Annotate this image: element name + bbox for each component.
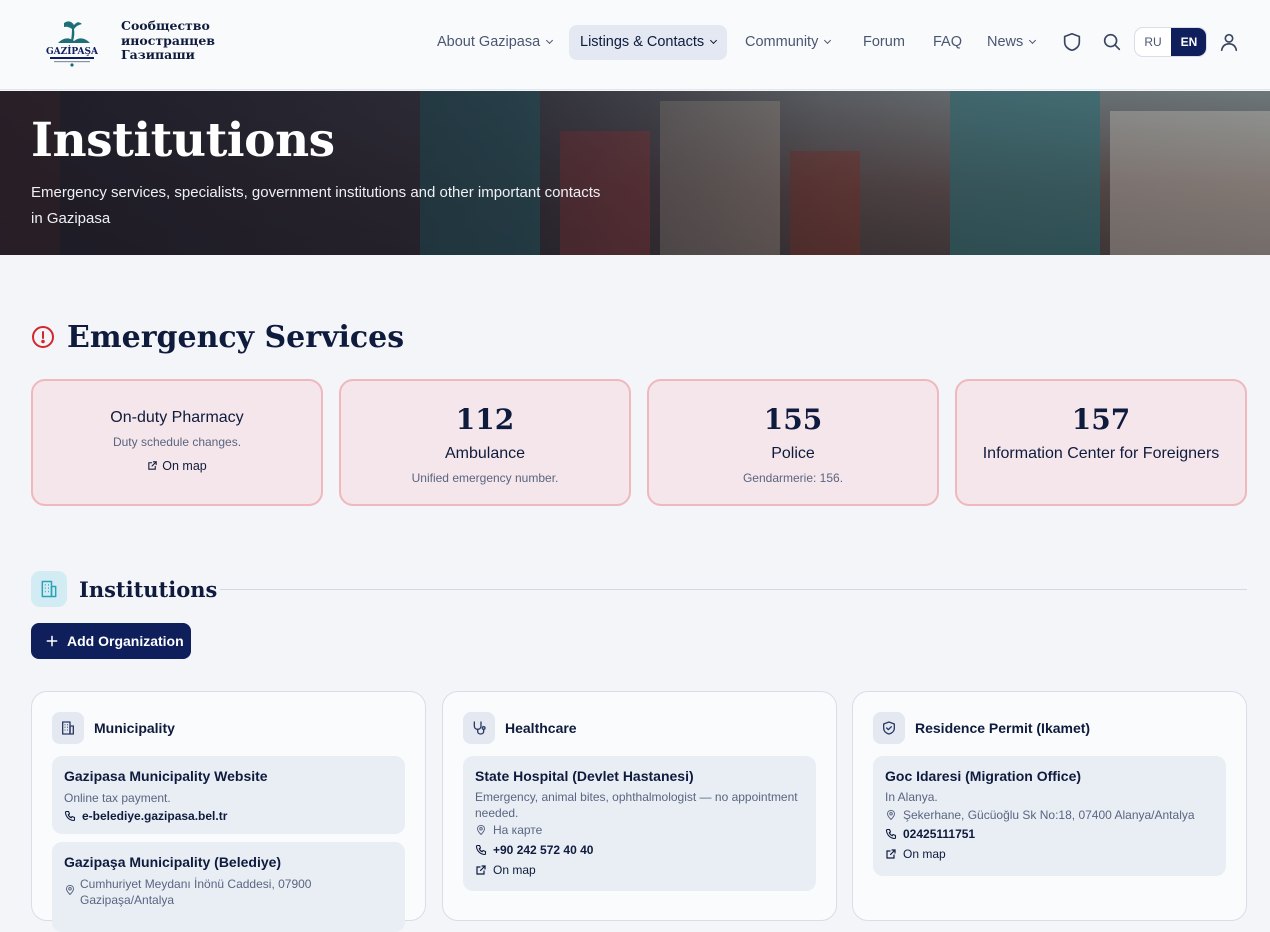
card-title: Ambulance bbox=[444, 445, 526, 462]
card-subtitle: Gendarmerie: 156. bbox=[742, 471, 844, 485]
list-item[interactable]: Goc Idaresi (Migration Office) In Alanya… bbox=[873, 756, 1226, 876]
entry-title: Gazipaşa Municipality (Belediye) bbox=[64, 854, 282, 870]
category-card-healthcare: Healthcare State Hospital (Devlet Hastan… bbox=[442, 691, 837, 921]
shield-icon[interactable] bbox=[1061, 31, 1083, 53]
page-title: Institutions bbox=[31, 113, 335, 168]
nav-community[interactable]: Community bbox=[734, 25, 841, 60]
user-icon[interactable] bbox=[1218, 31, 1240, 53]
list-item[interactable]: Gazipaşa Municipality (Belediye) Cumhuri… bbox=[52, 842, 405, 932]
alert-circle-icon bbox=[32, 326, 54, 348]
entry-phone[interactable]: e-belediye.gazipasa.bel.tr bbox=[64, 808, 227, 824]
map-pin-icon bbox=[66, 885, 74, 895]
phone-icon bbox=[64, 810, 76, 822]
category-title: Healthcare bbox=[505, 720, 577, 736]
on-map-link[interactable]: On map bbox=[475, 862, 536, 878]
map-pin-icon bbox=[887, 810, 895, 820]
emergency-card-pharmacy[interactable]: On-duty Pharmacy Duty schedule changes. … bbox=[31, 379, 323, 506]
chevron-down-icon bbox=[546, 36, 554, 45]
entry-title: State Hospital (Devlet Hastanesi) bbox=[475, 768, 694, 784]
map-pin-icon bbox=[477, 825, 485, 835]
entry-description: In Alanya. bbox=[885, 790, 938, 804]
on-map-link[interactable]: On map bbox=[33, 459, 321, 473]
list-item[interactable]: Gazipasa Municipality Website Online tax… bbox=[52, 756, 405, 834]
emergency-number: 157 bbox=[1071, 403, 1131, 436]
external-link-icon bbox=[148, 461, 157, 470]
emergency-number: 155 bbox=[763, 403, 823, 436]
brand-name[interactable]: Сообщество иностранцев Газипаши bbox=[121, 18, 231, 63]
phone-icon bbox=[475, 844, 487, 856]
card-title: Police bbox=[771, 445, 815, 462]
site-header: GAZİPAŞA Сообщество иностранцев Газипаши… bbox=[0, 0, 1270, 90]
emergency-card-foreigners[interactable]: 157 Information Center for Foreigners bbox=[955, 379, 1247, 506]
category-card-municipality: Municipality Gazipasa Municipality Websi… bbox=[31, 691, 426, 932]
search-icon[interactable] bbox=[1101, 31, 1123, 53]
external-link-icon bbox=[886, 849, 896, 859]
building-icon bbox=[61, 721, 74, 735]
entry-phone[interactable]: +90 242 572 40 40 bbox=[475, 842, 593, 858]
lang-ru-button[interactable]: RU bbox=[1135, 28, 1171, 56]
card-subtitle: Unified emergency number. bbox=[411, 471, 559, 485]
external-link-icon bbox=[476, 865, 486, 875]
page-subtitle: Emergency services, specialists, governm… bbox=[31, 184, 601, 227]
plus-icon bbox=[46, 635, 58, 647]
stethoscope-icon bbox=[473, 721, 486, 735]
entry-title: Gazipasa Municipality Website bbox=[64, 768, 268, 784]
nav-forum[interactable]: Forum bbox=[852, 25, 916, 60]
chevron-down-icon bbox=[824, 36, 832, 45]
category-title: Municipality bbox=[94, 720, 175, 736]
gazipasa-logo[interactable]: GAZİPAŞA bbox=[44, 17, 100, 67]
entry-description: Emergency, animal bites, ophthalmologist… bbox=[475, 790, 798, 820]
list-item[interactable]: State Hospital (Devlet Hastanesi) Emerge… bbox=[463, 756, 816, 891]
divider bbox=[220, 589, 1247, 590]
institutions-title: Institutions bbox=[79, 577, 218, 602]
card-title: On-duty Pharmacy bbox=[110, 409, 244, 426]
phone-icon bbox=[885, 828, 897, 840]
language-switcher: RU EN bbox=[1134, 27, 1207, 57]
emergency-card-ambulance[interactable]: 112 Ambulance Unified emergency number. bbox=[339, 379, 631, 506]
nav-news[interactable]: News bbox=[976, 25, 1046, 60]
institutions-heading: Institutions bbox=[31, 571, 1247, 607]
entry-description: Online tax payment. bbox=[64, 791, 171, 805]
lang-en-button[interactable]: EN bbox=[1171, 28, 1206, 56]
emergency-card-police[interactable]: 155 Police Gendarmerie: 156. bbox=[647, 379, 939, 506]
building-icon bbox=[41, 580, 57, 598]
entry-address[interactable]: Şekerhane, Gücüoğlu Sk No:18, 07400 Alan… bbox=[885, 807, 1195, 823]
entry-title: Goc Idaresi (Migration Office) bbox=[885, 768, 1082, 784]
shield-check-icon bbox=[883, 721, 895, 735]
emergency-number: 112 bbox=[455, 403, 515, 436]
card-title: Information Center for Foreigners bbox=[982, 445, 1220, 462]
category-title: Residence Permit (Ikamet) bbox=[915, 720, 1091, 736]
on-map-link[interactable]: On map bbox=[885, 846, 946, 862]
category-card-residence-permit: Residence Permit (Ikamet) Goc Idaresi (M… bbox=[852, 691, 1247, 921]
chevron-down-icon bbox=[710, 36, 718, 45]
entry-address[interactable]: На карте bbox=[475, 822, 542, 838]
add-organization-button[interactable]: Add Organization bbox=[31, 623, 191, 659]
entry-address[interactable]: Cumhuriyet Meydanı İnönü Caddesi, 07900 … bbox=[64, 876, 364, 907]
chevron-down-icon bbox=[1029, 36, 1037, 45]
nav-listings[interactable]: Listings & Contacts bbox=[569, 25, 728, 60]
svg-text:GAZİPAŞA: GAZİPAŞA bbox=[46, 44, 99, 57]
card-subtitle: Duty schedule changes. bbox=[112, 435, 242, 449]
nav-faq[interactable]: FAQ bbox=[922, 25, 973, 60]
nav-about[interactable]: About Gazipasa bbox=[426, 25, 563, 60]
emergency-title: Emergency Services bbox=[67, 320, 405, 355]
entry-phone[interactable]: 02425111751 bbox=[885, 826, 975, 842]
